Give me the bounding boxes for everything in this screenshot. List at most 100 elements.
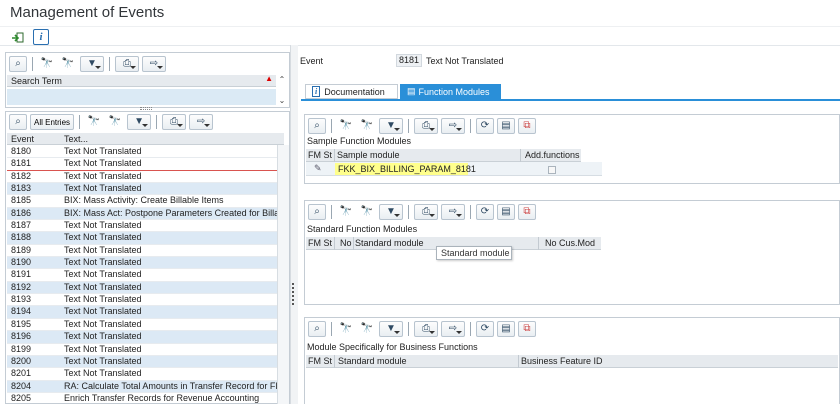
document-icon[interactable]: ▤ bbox=[497, 204, 515, 220]
column-header-event[interactable]: Event bbox=[11, 134, 34, 144]
tab-function-modules[interactable]: ▤ Function Modules bbox=[400, 84, 501, 99]
print-icon[interactable]: ⎙ bbox=[414, 204, 438, 220]
vertical-splitter[interactable] bbox=[290, 45, 298, 404]
add-functions-checkbox[interactable] bbox=[548, 166, 556, 174]
table-row[interactable]: 8187 Text Not Translated bbox=[7, 220, 284, 233]
event-cell: 8194 bbox=[11, 306, 32, 317]
table-row[interactable]: 8194 Text Not Translated bbox=[7, 306, 284, 319]
copy-icon[interactable]: ⧉ bbox=[518, 118, 536, 134]
export-icon[interactable]: ⇨ bbox=[441, 118, 465, 134]
column-header-standard-module[interactable]: Standard module bbox=[355, 238, 424, 248]
scroll-up-icon[interactable]: ⌃ bbox=[279, 75, 286, 84]
info-icon[interactable]: i bbox=[33, 29, 49, 45]
copy-icon[interactable]: ⧉ bbox=[518, 321, 536, 337]
filter-icon[interactable]: ▼ bbox=[80, 56, 104, 72]
find-icon[interactable]: 🔭 bbox=[337, 204, 355, 220]
details-icon[interactable]: ⌕ bbox=[9, 114, 27, 130]
filter-icon[interactable]: ▼ bbox=[379, 118, 403, 134]
column-header-fm-status[interactable]: FM St bbox=[308, 356, 332, 366]
table-row[interactable]: 8180 Text Not Translated bbox=[7, 146, 284, 159]
print-icon[interactable]: ⎙ bbox=[414, 321, 438, 337]
search-scrollbar[interactable]: ⌃ ⌄ bbox=[276, 75, 288, 105]
splitter-grip-icon[interactable] bbox=[292, 283, 294, 305]
event-text-cell: Text Not Translated bbox=[64, 269, 142, 280]
required-marker-icon: ▲ bbox=[265, 74, 273, 83]
column-header-standard-module[interactable]: Standard module bbox=[338, 356, 407, 366]
scroll-down-icon[interactable]: ⌄ bbox=[279, 96, 286, 105]
filter-icon[interactable]: ▼ bbox=[379, 204, 403, 220]
refresh-icon[interactable]: ⟳ bbox=[476, 321, 494, 337]
export-icon[interactable]: ⇨ bbox=[142, 56, 166, 72]
table-row[interactable]: 8204 RA: Calculate Total Amounts in Trans… bbox=[7, 380, 284, 393]
refresh-icon[interactable]: ⟳ bbox=[476, 118, 494, 134]
column-header-add-functions[interactable]: Add.functions bbox=[525, 150, 580, 160]
column-header-business-feature-id[interactable]: Business Feature ID bbox=[521, 356, 603, 366]
table-row[interactable]: 8200 Text Not Translated bbox=[7, 355, 284, 369]
column-header-no-cus-mod[interactable]: No Cus.Mod bbox=[545, 238, 595, 248]
table-row[interactable]: 8196 Text Not Translated bbox=[7, 331, 284, 344]
all-entries-button[interactable]: All Entries bbox=[30, 114, 75, 130]
table-row[interactable]: 8183 Text Not Translated bbox=[7, 183, 284, 196]
tab-underline bbox=[301, 99, 840, 101]
event-cell: 8195 bbox=[11, 318, 32, 329]
table-row[interactable]: 8188 Text Not Translated bbox=[7, 232, 284, 245]
edit-icon[interactable]: ✎ bbox=[314, 163, 322, 174]
table-row[interactable]: 8181 Text Not Translated bbox=[7, 158, 284, 171]
filter-icon[interactable]: ▼ bbox=[379, 321, 403, 337]
copy-icon[interactable]: ⧉ bbox=[518, 204, 536, 220]
export-icon[interactable]: ⇨ bbox=[189, 114, 214, 130]
horizontal-splitter[interactable] bbox=[140, 107, 152, 110]
tab-documentation-label: Documentation bbox=[324, 86, 385, 97]
event-text-cell: Text Not Translated bbox=[64, 183, 142, 194]
find-icon[interactable]: 🔭 bbox=[337, 118, 355, 134]
find-next-icon[interactable]: 🔭 bbox=[358, 118, 376, 134]
table-row[interactable]: 8195 Text Not Translated bbox=[7, 318, 284, 332]
details-icon[interactable]: ⌕ bbox=[308, 204, 326, 220]
event-text-cell: Text Not Translated bbox=[64, 146, 142, 156]
event-cell: 8196 bbox=[11, 331, 32, 342]
sample-module-value[interactable]: FKK_BIX_BILLING_PARAM_8181 bbox=[335, 163, 476, 175]
table-row[interactable]: 8199 Text Not Translated bbox=[7, 344, 284, 356]
search-input[interactable] bbox=[7, 89, 276, 105]
document-icon[interactable]: ▤ bbox=[497, 321, 515, 337]
column-header-no[interactable]: No bbox=[340, 238, 352, 248]
column-header-fm-status[interactable]: FM St bbox=[308, 150, 332, 160]
table-row[interactable]: 8201 Text Not Translated bbox=[7, 368, 284, 381]
event-list-scrollbar[interactable] bbox=[277, 145, 289, 404]
table-row[interactable]: 8185 BIX: Mass Activity: Create Billable … bbox=[7, 195, 284, 208]
print-icon[interactable]: ⎙ bbox=[414, 118, 438, 134]
details-icon[interactable]: ⌕ bbox=[308, 118, 326, 134]
table-row[interactable]: 8191 Text Not Translated bbox=[7, 269, 284, 282]
details-icon[interactable]: ⌕ bbox=[9, 56, 27, 72]
find-next-icon[interactable]: 🔭 bbox=[358, 321, 376, 337]
find-next-icon[interactable]: 🔭 bbox=[59, 56, 77, 72]
table-row[interactable]: 8205 Enrich Transfer Records for Revenue … bbox=[7, 393, 284, 403]
transport-icon[interactable] bbox=[10, 30, 26, 46]
export-icon[interactable]: ⇨ bbox=[441, 321, 465, 337]
refresh-icon[interactable]: ⟳ bbox=[476, 204, 494, 220]
export-icon[interactable]: ⇨ bbox=[441, 204, 465, 220]
find-next-icon[interactable]: 🔭 bbox=[106, 114, 124, 130]
find-icon[interactable]: 🔭 bbox=[85, 114, 103, 130]
details-icon[interactable]: ⌕ bbox=[308, 321, 326, 337]
table-row[interactable]: 8190 Text Not Translated bbox=[7, 257, 284, 270]
column-header-text[interactable]: Text... bbox=[64, 134, 88, 144]
filter-icon[interactable]: ▼ bbox=[127, 114, 152, 130]
table-row[interactable]: 8182 Text Not Translated bbox=[7, 171, 284, 184]
column-header-fm-status[interactable]: FM St bbox=[308, 238, 332, 248]
document-icon[interactable]: ▤ bbox=[497, 118, 515, 134]
table-row[interactable]: 8193 Text Not Translated bbox=[7, 294, 284, 307]
tab-documentation[interactable]: i Documentation bbox=[305, 84, 398, 99]
event-cell: 8185 bbox=[11, 195, 32, 206]
find-icon[interactable]: 🔭 bbox=[337, 321, 355, 337]
table-row[interactable]: 8192 Text Not Translated bbox=[7, 281, 284, 295]
standard-toolbar: ⌕ 🔭 🔭 ▼ ⎙ ⇨ ⟳ ▤ ⧉ bbox=[308, 203, 539, 221]
find-icon[interactable]: 🔭 bbox=[38, 56, 56, 72]
find-next-icon[interactable]: 🔭 bbox=[358, 204, 376, 220]
table-row[interactable]: 8186 BIX: Mass Act: Postpone Parameters C… bbox=[7, 207, 284, 221]
table-row[interactable]: 8189 Text Not Translated bbox=[7, 245, 284, 258]
column-header-sample-module[interactable]: Sample module bbox=[337, 150, 400, 160]
print-icon[interactable]: ⎙ bbox=[115, 56, 139, 72]
event-cell: 8200 bbox=[11, 355, 32, 366]
print-icon[interactable]: ⎙ bbox=[162, 114, 187, 130]
